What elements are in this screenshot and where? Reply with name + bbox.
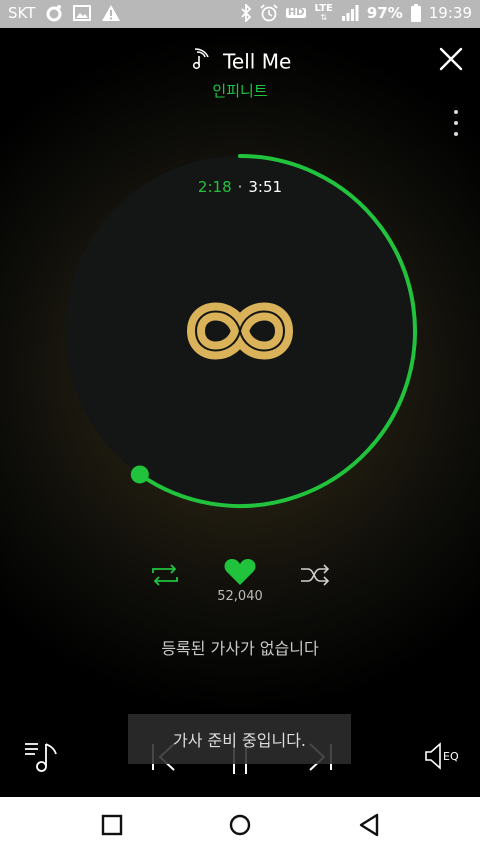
lte-icon: LTE ⇅	[314, 3, 333, 22]
carrier-label: SKT	[8, 4, 36, 22]
battery-percent: 97%	[366, 4, 403, 22]
repeat-icon[interactable]	[150, 564, 180, 590]
time-total: 3:51	[248, 178, 283, 196]
speaker-eq-icon[interactable]: EQ	[424, 742, 459, 770]
heart-icon[interactable]	[224, 558, 256, 590]
music-note-icon	[189, 48, 211, 75]
recents-icon[interactable]	[98, 811, 126, 839]
battery-icon	[410, 4, 421, 22]
progress-knob	[130, 465, 149, 484]
alarm-icon	[260, 4, 278, 22]
player-screen: Tell Me 인피니트 2:18 · 3:51 52,040 등록된 가사가 없	[0, 28, 480, 797]
more-vert-icon[interactable]	[452, 110, 460, 136]
artist-name[interactable]: 인피니트	[0, 80, 480, 101]
playlist-icon[interactable]	[24, 738, 60, 778]
song-title-row[interactable]: Tell Me	[0, 48, 480, 75]
time-display: 2:18 · 3:51	[0, 178, 480, 196]
song-title: Tell Me	[223, 49, 292, 74]
lyrics-empty-message: 등록된 가사가 없습니다	[161, 639, 319, 658]
time-separator: ·	[237, 178, 243, 196]
navigation-bar	[0, 797, 480, 853]
time-elapsed: 2:18	[197, 178, 232, 196]
like-count: 52,040	[217, 589, 263, 604]
clock: 19:39	[428, 4, 472, 22]
hd-voice-icon: HD	[285, 7, 307, 18]
warning-icon	[101, 4, 121, 22]
status-bar: SKT HD LTE ⇅ 97% 19:39	[0, 0, 480, 28]
camera-app-icon	[45, 4, 63, 22]
home-icon[interactable]	[226, 811, 254, 839]
bluetooth-icon	[240, 4, 252, 22]
progress-dial[interactable]	[58, 149, 422, 513]
eq-label: EQ	[443, 749, 459, 763]
gallery-icon	[73, 5, 92, 21]
shuffle-icon[interactable]	[300, 564, 330, 590]
lyrics-toast: 가사 준비 중입니다.	[128, 714, 351, 764]
back-icon[interactable]	[356, 811, 384, 839]
close-icon[interactable]	[438, 46, 464, 72]
signal-icon	[341, 4, 359, 22]
